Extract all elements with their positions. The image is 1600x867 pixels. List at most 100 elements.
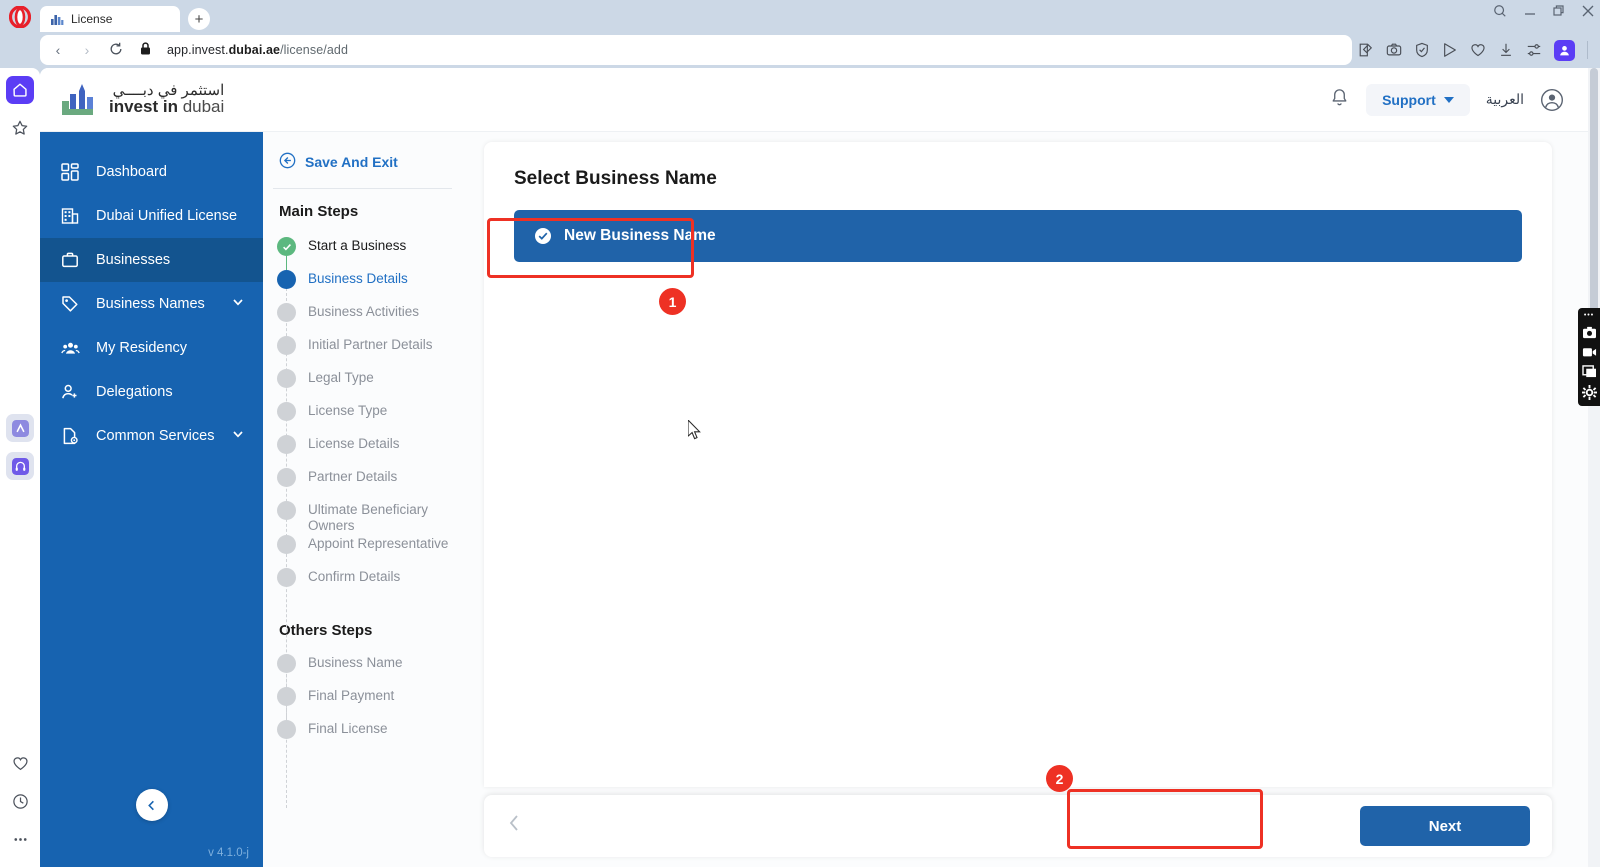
app-sidebar: Dashboard Dubai Unified License Business… <box>40 132 263 867</box>
save-and-exit-label: Save And Exit <box>305 154 398 170</box>
step-start-a-business[interactable]: Start a Business <box>273 236 452 269</box>
step-label: Business Details <box>308 271 408 286</box>
download-icon[interactable] <box>1498 42 1514 58</box>
gear-icon[interactable] <box>1581 385 1597 400</box>
step-business-details[interactable]: Business Details <box>273 269 452 302</box>
chevron-down-icon[interactable] <box>231 295 245 313</box>
shield-icon[interactable] <box>1414 42 1430 58</box>
toolbar-divider <box>1587 41 1588 59</box>
back-button[interactable] <box>506 813 522 839</box>
support-dropdown[interactable]: Support <box>1366 83 1470 116</box>
sidebar-label: Dashboard <box>96 164 167 180</box>
easy-setup-icon[interactable] <box>1526 42 1542 58</box>
step-dot <box>277 686 296 706</box>
sidebar-item-dubai-unified-license[interactable]: Dubai Unified License <box>40 194 263 238</box>
step-label: Initial Partner Details <box>308 337 433 352</box>
search-icon[interactable] <box>1493 4 1507 18</box>
arrow-left-circle-icon <box>279 152 296 172</box>
step-label: Appoint Representative <box>308 535 449 551</box>
new-tab-button[interactable]: + <box>188 8 210 30</box>
maximize-icon[interactable] <box>1553 5 1565 17</box>
step-confirm-details[interactable]: Confirm Details <box>273 567 452 600</box>
bookmarks-star-icon[interactable] <box>6 114 34 142</box>
app-one-icon[interactable] <box>6 414 34 442</box>
address-bar[interactable]: ‹ › app.invest.dubai.ae/license/add <box>40 35 1352 65</box>
send-icon[interactable] <box>1442 42 1458 58</box>
save-and-exit-link[interactable]: Save And Exit <box>273 152 452 172</box>
sidebar-item-dashboard[interactable]: Dashboard <box>40 150 263 194</box>
heart-icon[interactable] <box>6 749 34 777</box>
profile-icon[interactable] <box>1554 39 1575 61</box>
heart-icon[interactable] <box>1470 42 1486 58</box>
notification-bell-icon[interactable] <box>1329 87 1350 113</box>
user-avatar-icon[interactable] <box>1540 88 1564 112</box>
others-steps-title: Others Steps <box>279 621 373 639</box>
logo-light: dubai <box>177 97 225 117</box>
check-icon <box>277 237 296 256</box>
briefcase-icon <box>60 251 80 269</box>
minimize-icon[interactable] <box>1524 5 1536 17</box>
logo-english: invest in dubai <box>109 98 224 116</box>
sidebar-item-common-services[interactable]: Common Services <box>40 414 263 458</box>
step-legal-type[interactable]: Legal Type <box>273 368 452 401</box>
sidebar-label: Businesses <box>96 252 171 268</box>
invest-in-dubai-logo[interactable]: استثمر في دبــــي invest in dubai <box>60 82 224 117</box>
snapshot-icon[interactable] <box>1386 42 1402 58</box>
step-label: Ultimate Beneficiary Owners <box>308 502 429 533</box>
step-label: Business Name <box>308 654 403 670</box>
opera-logo-icon[interactable] <box>8 5 32 29</box>
chevron-down-icon <box>1443 96 1454 103</box>
browser-tab[interactable]: License <box>40 6 180 32</box>
page-scrollbar[interactable] <box>1588 68 1600 867</box>
close-icon[interactable] <box>1582 5 1594 17</box>
step-label: Confirm Details <box>308 568 401 584</box>
sidebar-item-my-residency[interactable]: My Residency <box>40 326 263 370</box>
sidebar-label: Dubai Unified License <box>96 208 238 224</box>
step-final-license[interactable]: Final License <box>273 719 452 752</box>
main-content: Select Business Name New Business Name N… <box>470 132 1588 867</box>
sidebar-collapse-button[interactable] <box>135 789 168 821</box>
steps-panel: Save And Exit Main Steps Start a Busines… <box>263 132 470 867</box>
step-partner-details[interactable]: Partner Details <box>273 467 452 500</box>
more-dots-icon[interactable] <box>6 825 34 853</box>
chevron-left-icon <box>148 800 154 810</box>
step-business-activities[interactable]: Business Activities <box>273 302 452 335</box>
step-license-type[interactable]: License Type <box>273 401 452 434</box>
drag-handle-icon[interactable]: ••• <box>1584 312 1594 319</box>
back-button[interactable]: ‹ <box>50 42 66 58</box>
next-button[interactable]: Next <box>1360 806 1530 846</box>
site-header: استثمر في دبــــي invest in dubai Suppor… <box>40 68 1588 132</box>
camera-icon[interactable] <box>1582 326 1597 339</box>
chevron-down-icon[interactable] <box>231 427 245 445</box>
building-icon <box>60 207 80 225</box>
logo-text: استثمر في دبــــي invest in dubai <box>109 82 224 117</box>
step-business-name[interactable]: Business Name <box>273 653 452 686</box>
step-dot <box>277 303 296 322</box>
step-license-details[interactable]: License Details <box>273 434 452 467</box>
url-prefix: app.invest. <box>167 43 229 57</box>
business-name-card: Select Business Name New Business Name <box>484 142 1552 787</box>
step-final-payment[interactable]: Final Payment <box>273 686 452 719</box>
new-business-name-option[interactable]: New Business Name <box>514 210 1522 262</box>
reload-button[interactable] <box>108 42 124 59</box>
home-icon[interactable] <box>6 76 34 104</box>
forward-button[interactable]: › <box>79 42 95 58</box>
sidebar-label: Business Names <box>96 296 205 312</box>
check-circle-icon <box>534 227 552 245</box>
step-initial-partner-details[interactable]: Initial Partner Details <box>273 335 452 368</box>
step-ultimate-beneficiary-owners[interactable]: Ultimate Beneficiary Owners <box>273 500 452 534</box>
steps-divider <box>273 188 452 189</box>
language-switch[interactable]: العربية <box>1486 91 1524 108</box>
sidebar-item-businesses[interactable]: Businesses <box>40 238 263 282</box>
mouse-cursor <box>687 418 703 446</box>
notes-icon[interactable] <box>1358 42 1374 58</box>
sidebar-item-business-names[interactable]: Business Names <box>40 282 263 326</box>
history-clock-icon[interactable] <box>6 787 34 815</box>
video-icon[interactable] <box>1582 346 1597 358</box>
sidebar-label: Common Services <box>96 428 215 444</box>
page-body: Dashboard Dubai Unified License Business… <box>40 132 1588 867</box>
step-appoint-representative[interactable]: Appoint Representative <box>273 534 452 567</box>
window-icon[interactable] <box>1581 365 1597 378</box>
sidebar-item-delegations[interactable]: Delegations <box>40 370 263 414</box>
headphones-icon[interactable] <box>6 452 34 480</box>
